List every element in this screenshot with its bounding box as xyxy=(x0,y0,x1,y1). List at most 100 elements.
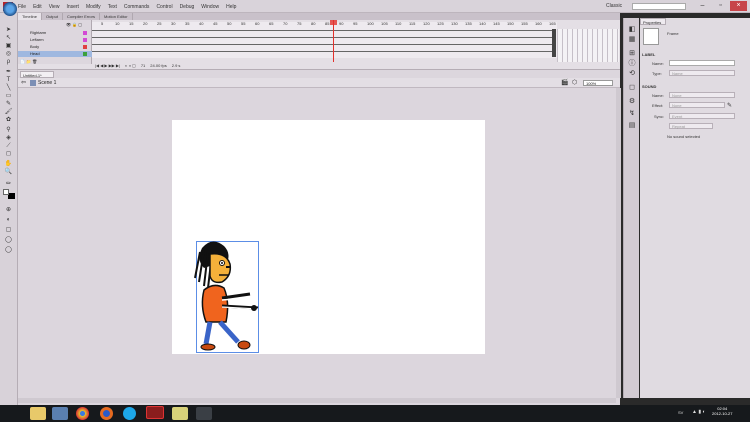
explorer-taskbar-icon[interactable] xyxy=(30,407,46,420)
paint-bucket-tool-icon[interactable]: ◈ xyxy=(4,135,13,141)
smooth-icon[interactable]: ◐ xyxy=(4,217,13,223)
playback-controls-icon[interactable]: |◀ ◀ ▶ ▶▶ ▶| xyxy=(95,62,120,69)
menu-modify[interactable]: Modify xyxy=(86,4,101,10)
menu-edit[interactable]: Edit xyxy=(33,4,42,10)
breadcrumb-scene[interactable]: Scene 1 xyxy=(38,79,56,87)
straighten-icon[interactable]: ▢ xyxy=(4,227,13,233)
skype-taskbar-icon[interactable] xyxy=(123,407,136,420)
notes-taskbar-icon[interactable] xyxy=(172,407,188,420)
ruler-label: 120 xyxy=(423,21,430,26)
sound-repeat-select[interactable]: Repeat xyxy=(669,123,713,129)
fill-color-swatch[interactable] xyxy=(8,193,15,199)
color-panel-icon[interactable]: ◧ xyxy=(628,26,636,33)
selection-tool-icon[interactable]: ➤ xyxy=(4,27,13,33)
layer-row[interactable]: Body xyxy=(18,44,92,50)
help-search-input[interactable] xyxy=(632,3,686,10)
tab-output[interactable]: Output xyxy=(42,13,63,20)
vertical-scrollbar[interactable] xyxy=(616,88,621,398)
flash-taskbar-icon[interactable] xyxy=(146,406,164,419)
horizontal-scrollbar[interactable] xyxy=(18,398,616,403)
edit-symbol-icon[interactable]: ⬡ xyxy=(572,80,577,86)
align-panel-icon[interactable]: ⊞ xyxy=(628,50,636,57)
label-type-select[interactable]: Name xyxy=(669,70,735,76)
option-icon[interactable]: ◯ xyxy=(4,237,13,243)
transform-panel-icon[interactable]: ⟲ xyxy=(628,70,636,77)
swatches-panel-icon[interactable]: ▦ xyxy=(628,36,636,43)
layer-row-selected[interactable]: Head xyxy=(18,51,92,57)
firefox-taskbar-icon[interactable] xyxy=(100,407,113,420)
menu-window[interactable]: Window xyxy=(201,4,219,10)
maximize-icon[interactable]: ▫ xyxy=(712,1,729,11)
menu-view[interactable]: View xyxy=(49,4,60,10)
layer-row[interactable]: Rightarm xyxy=(18,30,92,36)
eyedropper-tool-icon[interactable]: ⟋ xyxy=(4,143,13,149)
lasso-tool-icon[interactable]: ρ xyxy=(4,59,13,65)
frames-area[interactable] xyxy=(92,22,557,58)
frame-name-input[interactable] xyxy=(669,60,735,66)
playhead[interactable] xyxy=(333,20,334,62)
tray-icons[interactable]: ▲ ▮ ◐ xyxy=(692,409,706,415)
media-player-taskbar-icon[interactable] xyxy=(52,407,68,420)
free-transform-tool-icon[interactable]: ▣ xyxy=(4,43,13,49)
workspace-switcher[interactable]: Classic xyxy=(606,3,622,9)
minimize-icon[interactable]: – xyxy=(694,1,711,11)
edit-pencil-icon[interactable]: ✎ xyxy=(727,102,732,109)
pencil-tool-icon[interactable]: ✎ xyxy=(4,101,13,107)
menu-control[interactable]: Control xyxy=(156,4,172,10)
edit-scene-icon[interactable]: 🎬 xyxy=(561,80,568,86)
menu-text[interactable]: Text xyxy=(108,4,117,10)
start-button-icon[interactable] xyxy=(3,2,17,16)
brush-tool-icon[interactable]: 🖌 xyxy=(4,109,13,115)
stroke-color-swatch[interactable] xyxy=(3,189,9,195)
zoom-tool-icon[interactable]: 🔍 xyxy=(4,169,13,175)
library-panel-icon[interactable]: ▤ xyxy=(628,122,636,129)
text-tool-icon[interactable]: T xyxy=(4,77,13,83)
character-drawing[interactable] xyxy=(192,238,264,356)
3d-rotation-tool-icon[interactable]: ◎ xyxy=(4,51,13,57)
sound-effect-select[interactable]: None xyxy=(669,102,725,108)
option2-icon[interactable]: ◯ xyxy=(4,247,13,253)
tab-timeline[interactable]: Timeline xyxy=(18,13,42,20)
back-arrow-icon[interactable]: ⇦ xyxy=(21,79,26,87)
line-tool-icon[interactable]: ╲ xyxy=(4,85,13,91)
hand-tool-icon[interactable]: ✋ xyxy=(4,161,13,167)
eraser-tool-icon[interactable]: ◻ xyxy=(4,151,13,157)
snap-to-objects-icon[interactable]: ⊕ xyxy=(4,207,13,213)
deco-tool-icon[interactable]: ✿ xyxy=(4,117,13,123)
rectangle-tool-icon[interactable]: ▭ xyxy=(4,93,13,99)
document-tab[interactable]: Untitled-1* xyxy=(20,71,54,78)
code-snippets-icon[interactable]: ◻ xyxy=(628,84,636,91)
components-panel-icon[interactable]: ⚙ xyxy=(628,98,636,105)
sound-name-select[interactable]: None xyxy=(669,92,735,98)
language-indicator[interactable]: SV xyxy=(678,410,683,415)
subselection-tool-icon[interactable]: ↖ xyxy=(4,35,13,41)
empty-frames-grid[interactable] xyxy=(557,29,619,62)
terminal-taskbar-icon[interactable] xyxy=(196,407,212,420)
tab-motion-editor[interactable]: Motion Editor xyxy=(100,13,133,20)
taskbar-clock[interactable]: 02:04 2012-10-27 xyxy=(712,406,732,416)
chrome-taskbar-icon[interactable] xyxy=(76,407,89,420)
bone-tool-icon[interactable]: ⚲ xyxy=(4,127,13,133)
menu-insert[interactable]: Insert xyxy=(66,4,79,10)
timeline-controls: |◀ ◀ ▶ ▶▶ ▶| ◐ ◑ ▢ 71 24.00 fps 2.9 s xyxy=(92,62,332,69)
ruler-label: 115 xyxy=(409,21,416,26)
close-icon[interactable]: × xyxy=(730,1,747,11)
tab-compiler-errors[interactable]: Compiler Errors xyxy=(63,13,100,20)
layer-buttons[interactable]: 📄 📁 🗑 xyxy=(20,59,37,64)
menu-debug[interactable]: Debug xyxy=(180,4,195,10)
info-panel-icon[interactable]: ⓘ xyxy=(628,60,636,67)
onion-skin-icon[interactable]: ◐ ◑ ▢ xyxy=(125,62,136,69)
frame-rate[interactable]: 24.00 fps xyxy=(150,62,166,69)
menu-commands[interactable]: Commands xyxy=(124,4,150,10)
section-sound[interactable]: SOUND xyxy=(642,84,656,89)
section-label[interactable]: LABEL xyxy=(642,52,655,57)
menu-file[interactable]: File xyxy=(18,4,26,10)
pen-tool-icon[interactable]: ✒ xyxy=(4,69,13,75)
tab-properties[interactable]: Properties xyxy=(640,18,666,25)
layer-row[interactable]: Leftarm xyxy=(18,37,92,43)
motion-presets-icon[interactable]: ↯ xyxy=(628,110,636,117)
stroke-color-icon[interactable]: ✏ xyxy=(4,181,13,187)
sound-sync-select[interactable]: Event xyxy=(669,113,735,119)
zoom-select[interactable]: 100% xyxy=(583,80,613,86)
menu-help[interactable]: Help xyxy=(226,4,236,10)
